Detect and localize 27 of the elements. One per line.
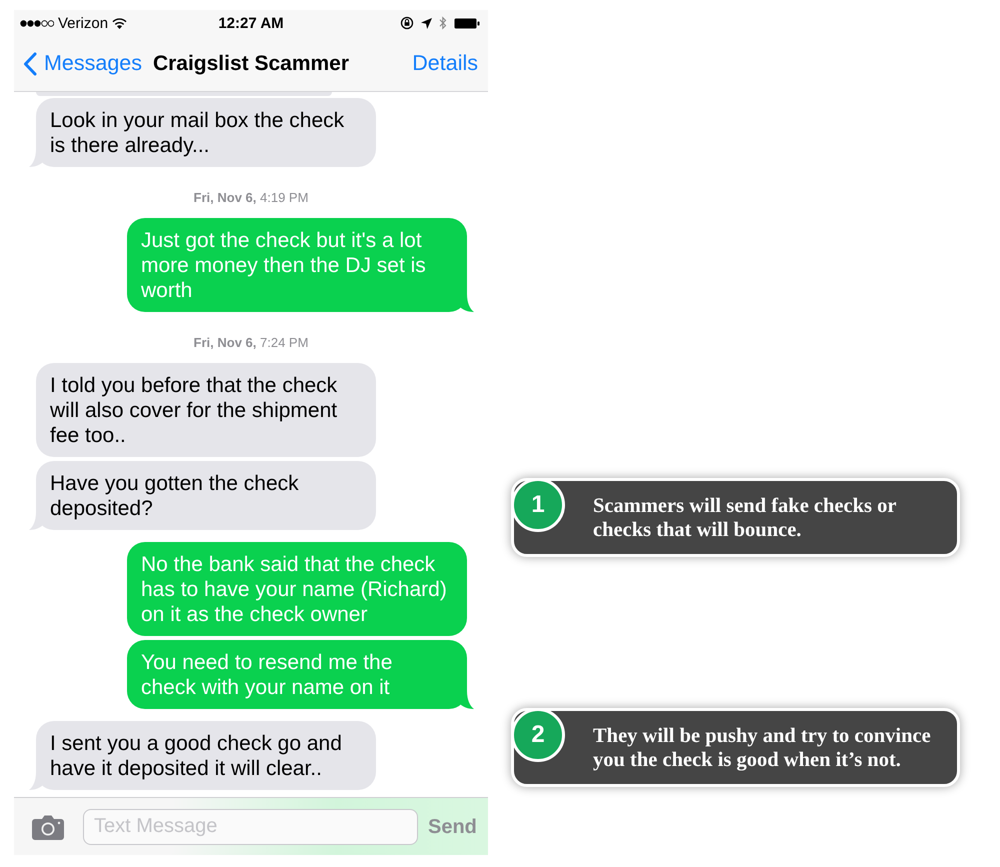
sent-message-bubble: You need to resend me the check with your name on it [127, 640, 467, 709]
camera-icon[interactable] [32, 814, 64, 840]
timestamp: Fri, Nov 6, 4:19 PM [194, 189, 308, 207]
timestamp: Fri, Nov 6, 7:24 PM [194, 334, 308, 352]
wifi-icon [112, 18, 128, 28]
step-number-badge: 2 [511, 708, 565, 762]
rotation-lock-icon [400, 16, 414, 30]
status-time: 12:27 AM [218, 16, 284, 30]
battery-icon [454, 18, 480, 28]
callout-text: Scammers will send fake checks or checks that will bounce. [593, 494, 898, 542]
sent-message-bubble: No the bank said that the check has to have your name (Richard) on it as the check owner [127, 542, 467, 636]
received-message-bubble: I told you before that the check will also cover for the shipment fee too.. [36, 363, 376, 457]
conversation-title: Craigslist Scammer [152, 50, 350, 77]
send-button[interactable]: Send [428, 812, 477, 842]
received-message-bubble: Have you gotten the check deposited? [36, 461, 376, 530]
location-arrow-icon [421, 18, 432, 28]
bluetooth-icon [439, 16, 447, 30]
received-message-bubble: Look in your mail box the check is there already... [36, 98, 376, 167]
sent-message-bubble: Just got the check but it's a lot more money then the DJ set is worth [127, 218, 467, 312]
chevron-left-icon [23, 52, 37, 76]
step-number-badge: 1 [511, 478, 565, 532]
received-message-bubble: I sent you a good check go and have it deposited it will clear.. [36, 721, 376, 790]
back-button[interactable]: Messages [23, 47, 142, 80]
carrier-name: Verizon [58, 16, 108, 30]
details-button[interactable]: Details [412, 47, 479, 80]
callout-text: They will be pushy and try to convince you the check is good when it’s not. [593, 724, 932, 772]
signal-icon [20, 20, 54, 26]
